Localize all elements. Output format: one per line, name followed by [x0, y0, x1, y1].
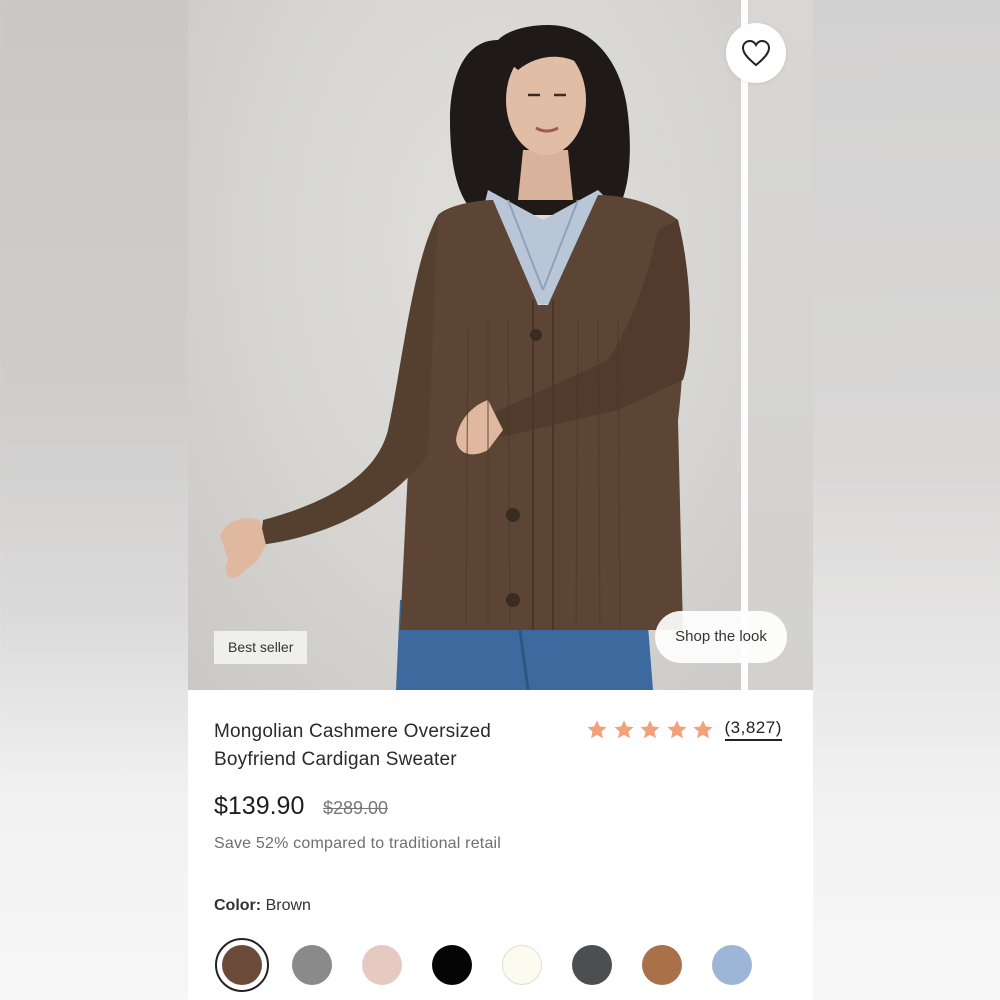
color-label: Color: [214, 897, 262, 914]
product-photo [188, 0, 741, 690]
favorite-button[interactable] [726, 23, 786, 83]
star-rating [586, 719, 719, 741]
sale-price: $139.90 [214, 792, 305, 820]
swatch-light-blue[interactable] [712, 945, 752, 985]
best-seller-badge: Best seller [214, 631, 308, 664]
star-icon [587, 719, 607, 738]
swatch-gray[interactable] [292, 945, 332, 985]
next-image-peek[interactable] [748, 0, 813, 690]
color-value: Brown [265, 897, 311, 914]
blurred-background-left [0, 0, 188, 1000]
star-icon [640, 719, 660, 738]
shop-the-look-button[interactable]: Shop the look [655, 611, 787, 663]
original-price: $289.00 [323, 798, 389, 818]
model-illustration [220, 25, 690, 690]
rating[interactable]: (3,827) [586, 718, 782, 741]
star-icon [613, 719, 634, 738]
swatch-ivory[interactable] [502, 945, 542, 985]
swatch-black[interactable] [432, 945, 472, 985]
savings-text: Save 52% compared to traditional retail [214, 835, 502, 852]
color-selection-label: Color: Brown [214, 897, 311, 915]
color-swatches [214, 937, 804, 997]
product-page: Best seller Shop the look Mongolian Cash… [188, 0, 813, 1000]
star-icon [666, 719, 687, 738]
blurred-background-right [813, 0, 1000, 1000]
star-icon [693, 719, 713, 738]
swatch-camel[interactable] [642, 945, 682, 985]
product-title: Mongolian Cashmere Oversized Boyfriend C… [214, 721, 491, 770]
review-count-link[interactable]: (3,827) [724, 718, 782, 741]
swatch-charcoal[interactable] [572, 945, 612, 985]
swatch-brown[interactable] [222, 945, 262, 985]
carousel-divider [741, 0, 748, 690]
product-image-carousel[interactable]: Best seller Shop the look [188, 0, 813, 690]
swatch-blush[interactable] [362, 945, 402, 985]
heart-outline-icon [741, 39, 771, 67]
